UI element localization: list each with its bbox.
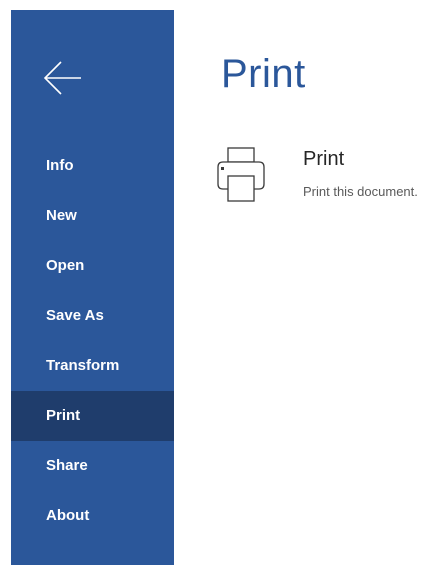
arrow-left-icon	[43, 61, 81, 95]
backstage-nav: Info New Open Save As Transform Print Sh…	[11, 141, 174, 541]
printer-icon	[217, 147, 265, 202]
print-option-description: Print this document.	[303, 184, 418, 199]
back-button[interactable]	[39, 56, 87, 100]
page-title: Print	[221, 52, 306, 96]
print-button[interactable]: Print Print this document.	[205, 138, 440, 218]
nav-item-transform[interactable]: Transform	[11, 341, 174, 391]
nav-item-new[interactable]: New	[11, 191, 174, 241]
nav-item-share[interactable]: Share	[11, 441, 174, 491]
print-option-title: Print	[303, 148, 345, 170]
nav-item-save-as[interactable]: Save As	[11, 291, 174, 341]
nav-item-info[interactable]: Info	[11, 141, 174, 191]
backstage-sidebar: Info New Open Save As Transform Print Sh…	[11, 10, 174, 565]
backstage-view: Info New Open Save As Transform Print Sh…	[0, 0, 440, 565]
nav-item-print[interactable]: Print	[11, 391, 174, 441]
nav-item-open[interactable]: Open	[11, 241, 174, 291]
nav-item-about[interactable]: About	[11, 491, 174, 541]
